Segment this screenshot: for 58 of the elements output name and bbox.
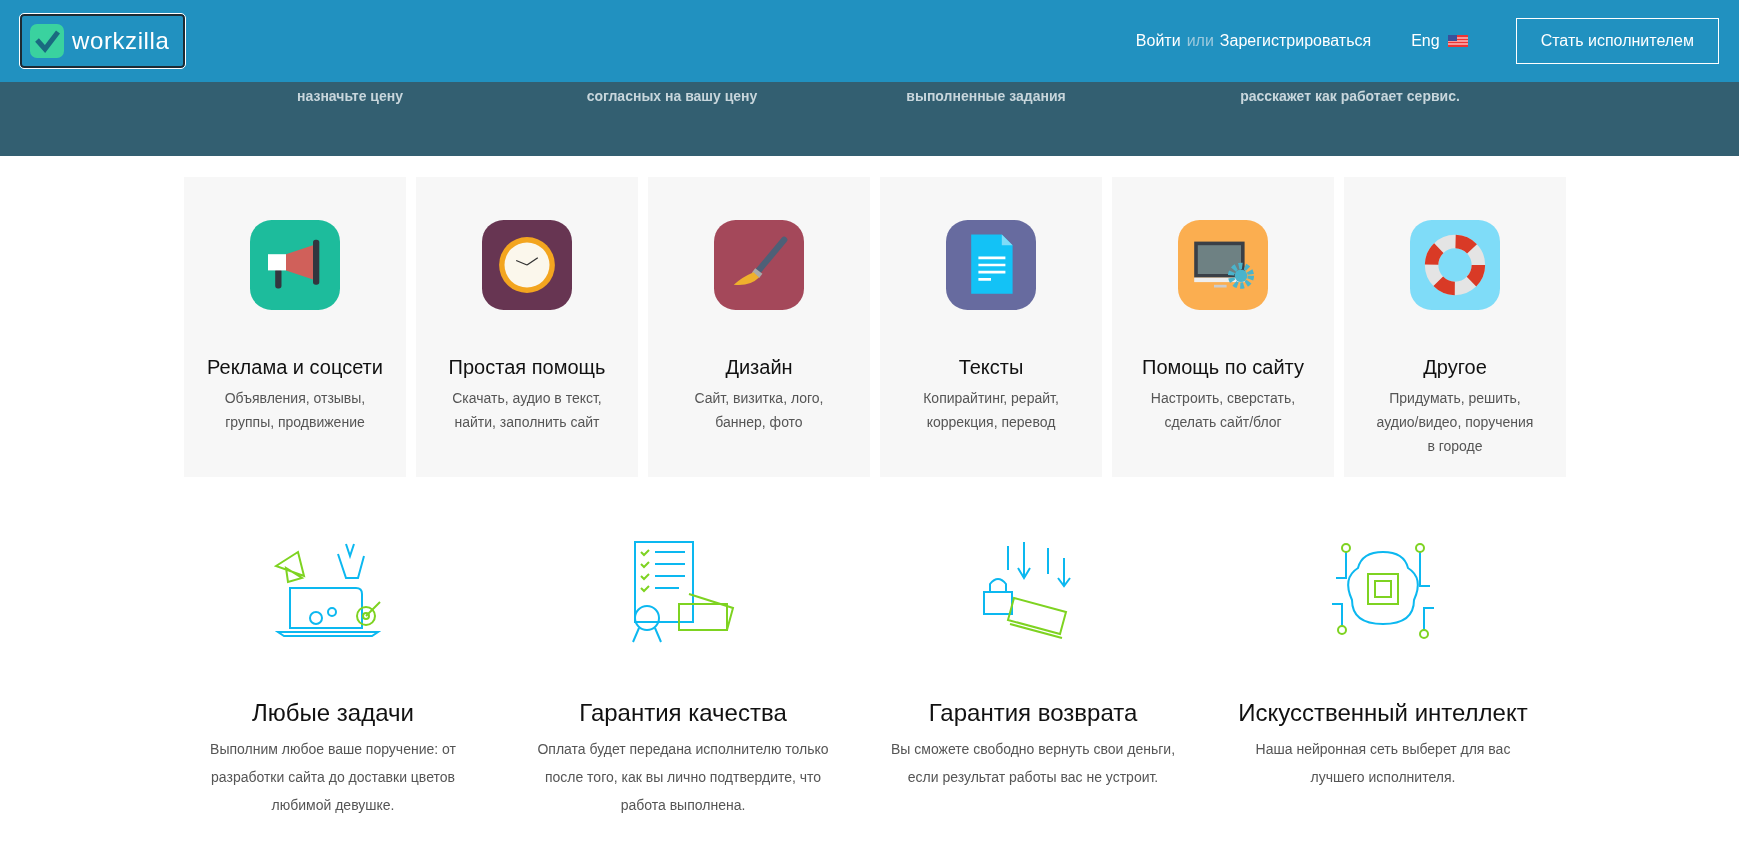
category-title: Реклама и соцсети: [207, 355, 383, 380]
language-selector[interactable]: Eng: [1411, 29, 1468, 53]
category-title: Другое: [1423, 355, 1487, 380]
register-link[interactable]: Зарегистрироваться: [1219, 29, 1372, 53]
category-title: Дизайн: [725, 355, 793, 380]
lifebuoy-icon: [1424, 234, 1486, 296]
step-caption: выполненные задания: [905, 87, 1067, 106]
category-description-line: коррекция, перевод: [926, 413, 1056, 432]
category-description-line: Настроить, сверстать,: [1150, 389, 1296, 408]
logo-text: workzilla: [72, 26, 170, 56]
step-caption: назначьте цену: [296, 87, 404, 106]
document-icon: [971, 234, 1013, 294]
megaphone-icon: [268, 239, 320, 289]
feature-description-line: после того, как вы лично подтвердите, что: [544, 768, 822, 787]
category-title: Простая помощь: [448, 355, 606, 380]
monitor-gear-icon: [1194, 241, 1255, 289]
become-freelancer-button[interactable]: Стать исполнителем: [1515, 18, 1719, 64]
feature-description-line: Вы сможете свободно вернуть свои деньги,: [890, 740, 1176, 759]
category-card[interactable]: Тексты Копирайтинг, рерайт, коррекция, перевод: [880, 177, 1102, 477]
clock-icon: [499, 237, 555, 293]
feature-description-line: Наша нейронная сеть выберет для вас: [1255, 740, 1511, 759]
flag-icon: [1447, 35, 1468, 47]
feature-description-line: любимой девушке.: [271, 796, 395, 815]
category-title: Тексты: [958, 355, 1024, 380]
paintbrush-icon: [733, 236, 788, 286]
category-description-line: баннер, фото: [715, 413, 803, 432]
feature-description-line: Выполним любое ваше поручение: от: [210, 740, 456, 759]
category-card[interactable]: Реклама и соцсети Объявления, отзывы, группы, продвижение: [184, 177, 406, 477]
feature-description-line: разработки сайта до доставки цветов: [211, 768, 455, 787]
category-description-line: группы, продвижение: [225, 413, 365, 432]
category-title: Помощь по сайту: [1142, 355, 1304, 380]
category-description-line: Объявления, отзывы,: [224, 389, 366, 408]
category-card[interactable]: Помощь по сайту Настроить, сверстать, сделать сайт/блог: [1112, 177, 1334, 477]
category-card[interactable]: Другое Придумать, решить, аудио/видео, поручения в городе: [1344, 177, 1566, 477]
step-caption: согласных на вашу цену: [585, 87, 759, 106]
step-caption: расскажет как работает сервис.: [1239, 87, 1461, 106]
feature-description-line: лучшего исполнителя.: [1310, 768, 1456, 787]
category-description-line: сделать сайт/блог: [1164, 413, 1282, 432]
feature-title: Гарантия качества: [579, 698, 787, 728]
category-description-line: в городе: [1427, 437, 1483, 456]
category-description-line: Сайт, визитка, лого,: [694, 389, 824, 408]
feature-title: Искусственный интеллект: [1238, 698, 1528, 728]
category-description-line: найти, заполнить сайт: [454, 413, 600, 432]
category-card[interactable]: Дизайн Сайт, визитка, лого, баннер, фото: [648, 177, 870, 477]
checkmark-logo-icon: [30, 24, 64, 58]
login-link[interactable]: Войти: [1135, 29, 1181, 53]
category-description-line: Придумать, решить,: [1389, 389, 1521, 408]
category-description-line: аудио/видео, поручения: [1376, 413, 1534, 432]
logo[interactable]: workzilla: [20, 14, 185, 68]
category-card[interactable]: Простая помощь Скачать, аудио в текст, найти, заполнить сайт: [416, 177, 638, 477]
feature-description-line: Оплата будет передана исполнителю только: [537, 740, 829, 759]
feature-title: Гарантия возврата: [928, 698, 1138, 728]
or-text: или: [1186, 31, 1214, 51]
category-description-line: Скачать, аудио в текст,: [452, 389, 602, 408]
feature-title: Любые задачи: [252, 698, 414, 728]
category-description-line: Копирайтинг, рерайт,: [923, 389, 1059, 408]
feature-description-line: если результат работы вас не устроит.: [907, 768, 1159, 787]
feature-description-line: работа выполнена.: [620, 796, 746, 815]
